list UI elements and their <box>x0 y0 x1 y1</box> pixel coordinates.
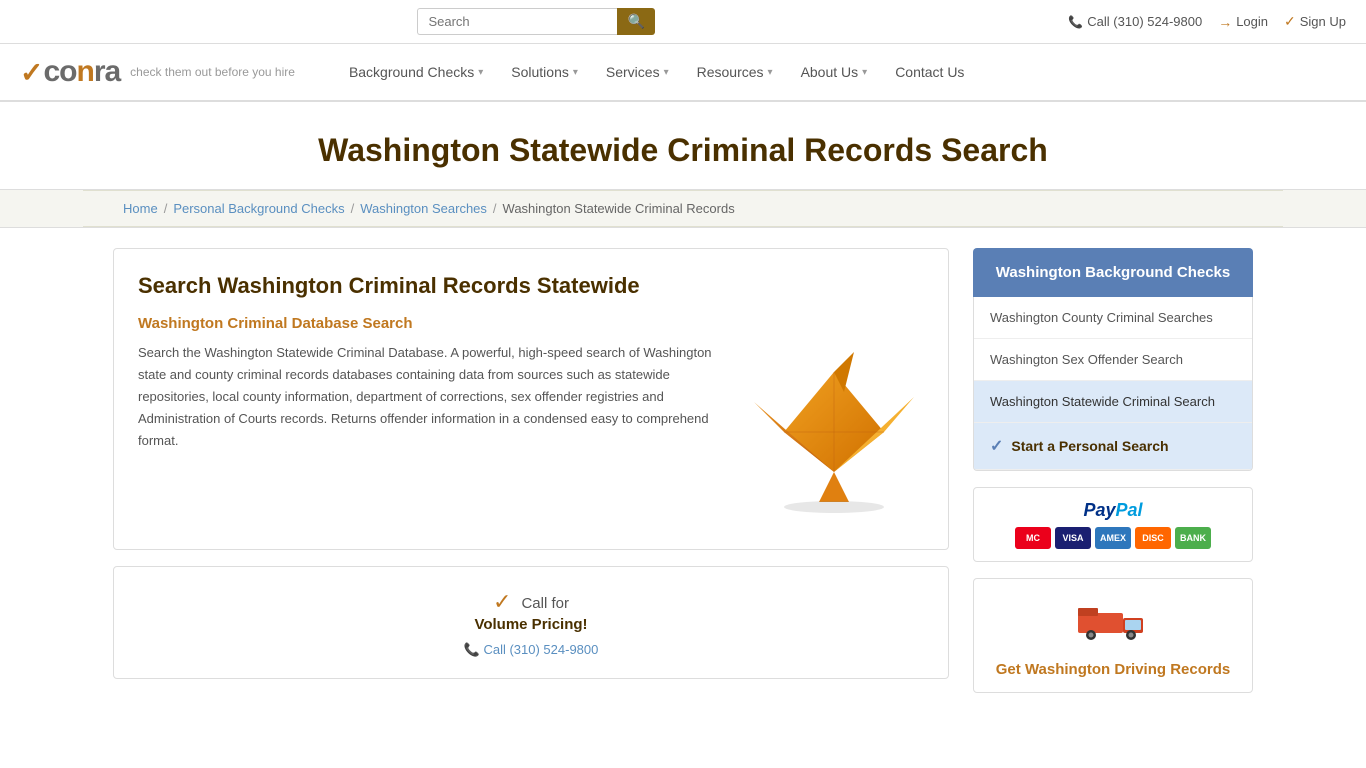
login-label: Login <box>1236 14 1268 29</box>
signup-icon <box>1284 13 1296 30</box>
paypal-cards: MCVISAAMEXDISCBANK <box>986 527 1240 549</box>
sidebar-link[interactable]: Washington Sex Offender Search <box>974 339 1252 381</box>
cta-icon: ✓ <box>990 436 1003 456</box>
caret-icon: ▾ <box>768 67 773 78</box>
sidebar-link[interactable]: Washington Statewide Criminal Search <box>974 381 1252 423</box>
page-title-section: Washington Statewide Criminal Records Se… <box>0 102 1366 189</box>
content-left: Search Washington Criminal Records State… <box>113 248 949 695</box>
search-button[interactable]: 🔍 <box>617 8 654 35</box>
signup-label: Sign Up <box>1300 14 1346 29</box>
content-body: Search the Washington Statewide Criminal… <box>138 342 924 525</box>
login-icon <box>1218 14 1232 30</box>
caret-icon: ▾ <box>478 67 483 78</box>
breadcrumb-separator: / <box>351 201 355 216</box>
payment-card-amex: AMEX <box>1095 527 1131 549</box>
main-heading: Search Washington Criminal Records State… <box>138 273 924 299</box>
volume-phone-text: Call (310) 524-9800 <box>483 642 598 657</box>
breadcrumb-separator: / <box>493 201 497 216</box>
payment-card-bank: BANK <box>1175 527 1211 549</box>
volume-card: ✓ Call for Volume Pricing! 📞 Call (310) … <box>113 566 949 679</box>
paypal-area: PayPal MCVISAAMEXDISCBANK <box>973 487 1253 562</box>
logo-tagline: check them out before you hire <box>130 65 295 79</box>
breadcrumb-link[interactable]: Washington Searches <box>360 201 487 216</box>
logo-text: conra <box>43 55 120 89</box>
nav-item-about-us[interactable]: About Us ▾ <box>787 44 882 100</box>
crane-illustration <box>744 342 924 525</box>
nav-links: Background Checks ▾Solutions ▾Services ▾… <box>335 44 979 100</box>
volume-phone-link[interactable]: 📞 Call (310) 524-9800 <box>464 642 599 657</box>
breadcrumb-separator: / <box>164 201 168 216</box>
main-card: Search Washington Criminal Records State… <box>113 248 949 550</box>
caret-icon: ▾ <box>664 67 669 78</box>
paypal-logo: PayPal <box>986 500 1240 521</box>
driving-title: Get Washington Driving Records <box>988 661 1238 678</box>
sidebar-link-label: Washington Sex Offender Search <box>990 352 1183 367</box>
breadcrumb: Home / Personal Background Checks / Washingt… <box>83 190 1283 227</box>
navbar: ✓ conra check them out before you hire B… <box>0 44 1366 102</box>
sidebar: Washington Background Checks Washington … <box>973 248 1253 695</box>
nav-item-services[interactable]: Services ▾ <box>592 44 683 100</box>
payment-card-visa: VISA <box>1055 527 1091 549</box>
nav-item-background-checks[interactable]: Background Checks ▾ <box>335 44 497 100</box>
sub-heading: Washington Criminal Database Search <box>138 315 924 332</box>
search-input[interactable] <box>417 8 617 35</box>
body-text: Search the Washington Statewide Criminal… <box>138 342 724 452</box>
payment-card-disc: DISC <box>1135 527 1171 549</box>
sidebar-link-label: Start a Personal Search <box>1011 438 1168 454</box>
volume-pricing-label: Volume Pricing! <box>134 616 928 633</box>
sidebar-link-label: Washington Statewide Criminal Search <box>990 394 1215 409</box>
breadcrumb-link[interactable]: Personal Background Checks <box>173 201 344 216</box>
page-title: Washington Statewide Criminal Records Se… <box>20 132 1346 169</box>
caret-icon: ▾ <box>862 67 867 78</box>
nav-item-contact-us[interactable]: Contact Us <box>881 44 978 100</box>
sidebar-links: Washington County Criminal Searches Washi… <box>973 297 1253 471</box>
main-content: Search Washington Criminal Records State… <box>83 248 1283 695</box>
signup-link[interactable]: Sign Up <box>1284 13 1346 30</box>
logo-area: ✓ conra check them out before you hire <box>20 45 295 99</box>
top-bar: 🔍 Call (310) 524-9800 Login Sign Up <box>0 0 1366 44</box>
volume-phone-icon: 📞 <box>464 642 484 657</box>
sidebar-link-label: Washington County Criminal Searches <box>990 310 1213 325</box>
sidebar-header: Washington Background Checks <box>973 248 1253 297</box>
payment-card-mc: MC <box>1015 527 1051 549</box>
phone-icon <box>1068 14 1083 29</box>
login-link[interactable]: Login <box>1218 14 1268 30</box>
nav-item-resources[interactable]: Resources ▾ <box>683 44 787 100</box>
search-group: 🔍 <box>417 8 654 35</box>
sidebar-link[interactable]: Washington County Criminal Searches <box>974 297 1252 339</box>
truck-illustration <box>988 593 1238 653</box>
nav-item-solutions[interactable]: Solutions ▾ <box>497 44 592 100</box>
breadcrumb-current: Washington Statewide Criminal Records <box>503 201 735 216</box>
caret-icon: ▾ <box>573 67 578 78</box>
breadcrumb-link[interactable]: Home <box>123 201 158 216</box>
driving-records-card: Get Washington Driving Records <box>973 578 1253 693</box>
sidebar-link[interactable]: ✓ Start a Personal Search <box>974 423 1252 470</box>
logo-check-icon: ✓ <box>20 56 43 89</box>
phone-link[interactable]: Call (310) 524-9800 <box>1068 14 1202 29</box>
volume-call-label: Call for <box>521 595 569 612</box>
phone-label: Call (310) 524-9800 <box>1087 14 1202 29</box>
volume-logo-icon: ✓ <box>493 589 511 615</box>
